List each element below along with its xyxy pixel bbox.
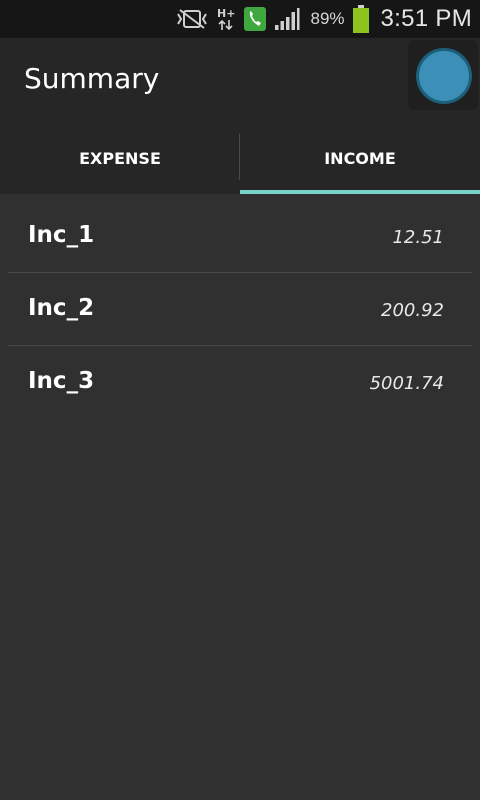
tab-bar: EXPENSE INCOME	[0, 122, 480, 194]
list-item[interactable]: Inc_3 5001.74	[0, 346, 480, 419]
svg-text:H+: H+	[217, 7, 235, 20]
floating-action-button[interactable]	[408, 40, 478, 110]
tab-expense-label: EXPENSE	[79, 148, 161, 168]
battery-icon	[352, 5, 369, 33]
list-item[interactable]: Inc_2 200.92	[0, 273, 480, 346]
status-bar: H+ 89% 3:51 PM	[0, 0, 480, 38]
status-icons: H+ 89% 3:51 PM	[176, 4, 472, 34]
tab-selected-indicator	[240, 190, 480, 194]
list-item[interactable]: Inc_1 12.51	[0, 200, 480, 273]
item-value: 200.92	[381, 300, 444, 321]
income-list: Inc_1 12.51 Inc_2 200.92 Inc_3 5001.74	[0, 200, 480, 419]
tab-income-label: INCOME	[324, 148, 396, 168]
tab-income[interactable]: INCOME	[240, 122, 480, 194]
phone-call-icon	[244, 7, 267, 31]
item-label: Inc_3	[28, 368, 95, 394]
clock: 3:51 PM	[380, 5, 472, 32]
tab-expense[interactable]: EXPENSE	[0, 122, 240, 194]
circle-icon	[416, 48, 472, 104]
item-label: Inc_1	[28, 222, 95, 248]
vibrate-mute-icon	[176, 8, 208, 30]
action-bar: Summary	[0, 38, 480, 122]
page-title: Summary	[24, 62, 160, 95]
item-label: Inc_2	[28, 295, 95, 321]
item-value: 5001.74	[369, 373, 444, 394]
signal-icon	[274, 7, 300, 31]
network-hplus-icon: H+	[216, 6, 236, 32]
battery-percent: 89%	[310, 9, 345, 28]
item-value: 12.51	[392, 227, 444, 248]
